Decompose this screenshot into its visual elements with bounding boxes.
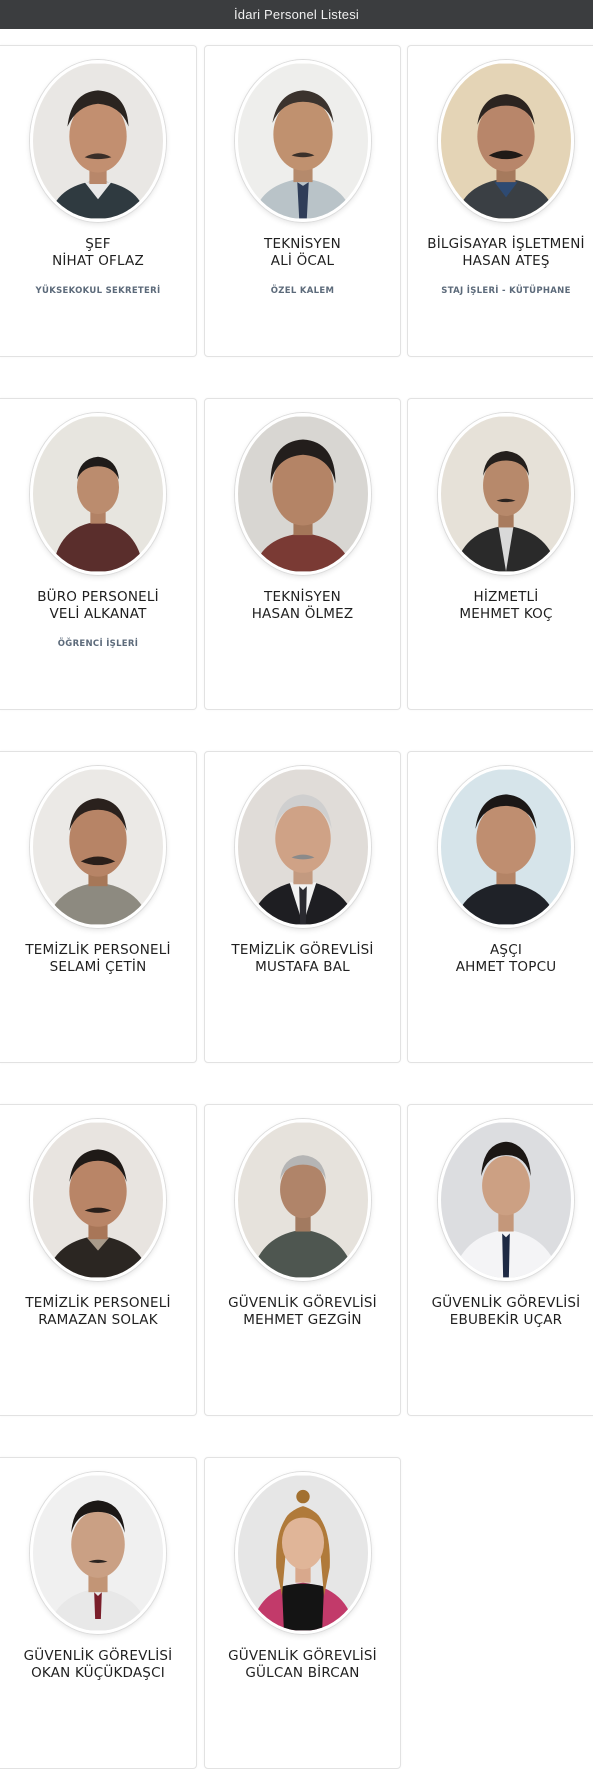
staff-title: GÜVENLİK GÖREVLİSİ bbox=[431, 1295, 581, 1311]
staff-title: GÜVENLİK GÖREVLİSİ bbox=[228, 1648, 377, 1664]
staff-department: YÜKSEKOKUL SEKRETERİ bbox=[35, 286, 161, 296]
staff-title: GÜVENLİK GÖREVLİSİ bbox=[228, 1295, 377, 1311]
staff-department: ÖZEL KALEM bbox=[270, 286, 335, 296]
person-portrait-icon bbox=[33, 416, 163, 572]
staff-card[interactable]: GÜVENLİK GÖREVLİSİ MEHMET GEZGİN bbox=[204, 1104, 401, 1416]
staff-photo bbox=[438, 60, 574, 222]
staff-photo bbox=[234, 1472, 371, 1634]
staff-card[interactable]: TEKNİSYEN HASAN ÖLMEZ bbox=[204, 398, 401, 710]
staff-photo bbox=[30, 413, 166, 575]
person-portrait-icon bbox=[33, 769, 163, 925]
staff-title: GÜVENLİK GÖREVLİSİ bbox=[23, 1648, 173, 1664]
staff-name: MUSTAFA BAL bbox=[255, 959, 350, 975]
staff-name: OKAN KÜÇÜKDAŞCI bbox=[31, 1665, 165, 1681]
person-portrait-icon bbox=[441, 416, 571, 572]
staff-name: ALİ ÖCAL bbox=[270, 253, 335, 269]
person-portrait-icon bbox=[237, 1475, 368, 1631]
staff-title: ŞEF bbox=[85, 236, 111, 252]
staff-title: BÜRO PERSONELİ bbox=[37, 589, 159, 605]
staff-card[interactable]: TEMİZLİK GÖREVLİSİ MUSTAFA BAL bbox=[204, 751, 401, 1063]
staff-card[interactable]: AŞÇI AHMET TOPCU bbox=[407, 751, 593, 1063]
person-portrait-icon bbox=[33, 1122, 163, 1278]
staff-name: MEHMET KOÇ bbox=[459, 606, 553, 622]
staff-title: AŞÇI bbox=[489, 942, 522, 958]
staff-card[interactable]: GÜVENLİK GÖREVLİSİ GÜLCAN BİRCAN bbox=[204, 1457, 401, 1769]
staff-card[interactable]: BÜRO PERSONELİ VELİ ALKANAT ÖĞRENCİ İŞLE… bbox=[0, 398, 197, 710]
staff-photo bbox=[30, 1472, 166, 1634]
staff-photo bbox=[234, 60, 371, 222]
person-portrait-icon bbox=[237, 63, 368, 219]
staff-card[interactable]: TEMİZLİK PERSONELİ RAMAZAN SOLAK bbox=[0, 1104, 197, 1416]
staff-photo bbox=[30, 60, 166, 222]
staff-name: MEHMET GEZGİN bbox=[243, 1312, 362, 1328]
staff-grid: ŞEF NİHAT OFLAZ YÜKSEKOKUL SEKRETERİ TEK… bbox=[0, 0, 593, 1769]
staff-title: HİZMETLİ bbox=[473, 589, 539, 605]
person-portrait-icon bbox=[33, 1475, 163, 1631]
staff-card[interactable]: GÜVENLİK GÖREVLİSİ OKAN KÜÇÜKDAŞCI bbox=[0, 1457, 197, 1769]
staff-name: NİHAT OFLAZ bbox=[52, 253, 144, 269]
staff-title: TEKNİSYEN bbox=[264, 589, 341, 605]
staff-title: TEMİZLİK GÖREVLİSİ bbox=[231, 942, 374, 958]
staff-name: GÜLCAN BİRCAN bbox=[245, 1665, 360, 1681]
staff-card[interactable]: TEMİZLİK PERSONELİ SELAMİ ÇETİN bbox=[0, 751, 197, 1063]
staff-name: SELAMİ ÇETİN bbox=[49, 959, 147, 975]
person-portrait-icon bbox=[237, 416, 368, 572]
staff-photo bbox=[438, 766, 574, 928]
staff-photo bbox=[234, 413, 371, 575]
staff-photo bbox=[30, 766, 166, 928]
person-portrait-icon bbox=[237, 769, 368, 925]
staff-photo bbox=[438, 1119, 574, 1281]
staff-name: VELİ ALKANAT bbox=[49, 606, 147, 622]
staff-name: EBUBEKİR UÇAR bbox=[449, 1312, 563, 1328]
staff-department: ÖĞRENCİ İŞLERİ bbox=[57, 639, 139, 649]
staff-name: HASAN ÖLMEZ bbox=[251, 606, 354, 622]
staff-title: TEKNİSYEN bbox=[264, 236, 341, 252]
staff-photo bbox=[234, 766, 371, 928]
staff-title: TEMİZLİK PERSONELİ bbox=[25, 1295, 171, 1311]
staff-card[interactable]: GÜVENLİK GÖREVLİSİ EBUBEKİR UÇAR bbox=[407, 1104, 593, 1416]
person-portrait-icon bbox=[33, 63, 163, 219]
staff-photo bbox=[438, 413, 574, 575]
staff-department: STAJ İŞLERİ - KÜTÜPHANE bbox=[441, 286, 571, 296]
person-portrait-icon bbox=[237, 1122, 368, 1278]
staff-name: RAMAZAN SOLAK bbox=[38, 1312, 158, 1328]
staff-card[interactable]: ŞEF NİHAT OFLAZ YÜKSEKOKUL SEKRETERİ bbox=[0, 45, 197, 357]
staff-card[interactable]: HİZMETLİ MEHMET KOÇ bbox=[407, 398, 593, 710]
staff-photo bbox=[30, 1119, 166, 1281]
person-portrait-icon bbox=[441, 63, 571, 219]
staff-card[interactable]: BİLGİSAYAR İŞLETMENİ HASAN ATEŞ STAJ İŞL… bbox=[407, 45, 593, 357]
staff-name: HASAN ATEŞ bbox=[462, 253, 550, 269]
person-portrait-icon bbox=[441, 1122, 571, 1278]
staff-photo bbox=[234, 1119, 371, 1281]
staff-title: TEMİZLİK PERSONELİ bbox=[25, 942, 171, 958]
staff-title: BİLGİSAYAR İŞLETMENİ bbox=[427, 236, 585, 252]
staff-card[interactable]: TEKNİSYEN ALİ ÖCAL ÖZEL KALEM bbox=[204, 45, 401, 357]
staff-name: AHMET TOPCU bbox=[455, 959, 557, 975]
person-portrait-icon bbox=[441, 769, 571, 925]
